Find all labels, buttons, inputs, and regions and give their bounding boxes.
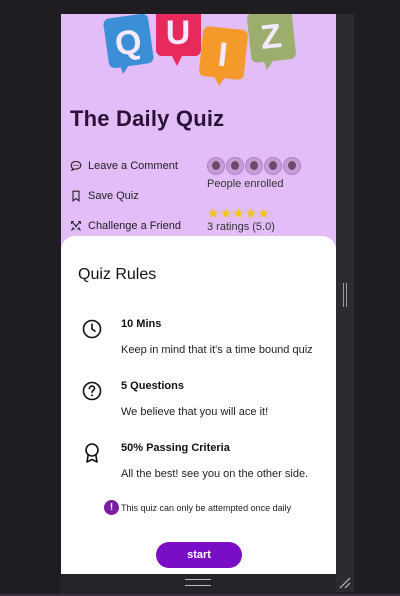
rule-description: Keep in mind that it's a time bound quiz	[121, 344, 313, 356]
star-icon: ★	[219, 205, 233, 221]
once-daily-notice: ! This quiz can only be attempted once d…	[104, 500, 291, 515]
challenge-friend-label: Challenge a Friend	[88, 220, 181, 232]
rule-heading: 10 Mins	[121, 318, 162, 330]
quiz-rules-sheet: Quiz Rules 10 Mins Keep in mind that it'…	[61, 236, 336, 574]
rule-heading: 50% Passing Criteria	[121, 442, 230, 454]
avatar	[226, 157, 244, 175]
award-icon	[85, 443, 99, 463]
avatar	[283, 157, 301, 175]
star-icon: ★	[257, 205, 270, 221]
logo-letter-u: U	[166, 14, 191, 52]
leave-comment-button[interactable]: Leave a Comment	[70, 157, 178, 175]
comment-icon	[70, 160, 82, 172]
rail-drag-handle[interactable]	[343, 283, 347, 307]
challenge-friend-button[interactable]: Challenge a Friend	[70, 217, 181, 235]
avatar	[264, 157, 282, 175]
notice-text: This quiz can only be attempted once dai…	[121, 502, 292, 513]
enrolled-label: People enrolled	[207, 178, 284, 190]
question-icon	[82, 381, 102, 401]
rule-heading: 5 Questions	[121, 380, 184, 392]
leave-comment-label: Leave a Comment	[88, 160, 178, 172]
start-button[interactable]: start	[156, 542, 242, 568]
app-screen: Q U I Z The Daily Quiz Leave a Comment S…	[61, 14, 336, 574]
star-icon: ★	[207, 205, 220, 221]
logo-bubble-q: Q	[103, 14, 154, 74]
star-icon: ★	[244, 205, 258, 221]
star-icon: ★	[232, 205, 245, 221]
logo-letter-z: Z	[259, 17, 284, 57]
enrolled-avatars	[207, 157, 302, 175]
logo-bubble-z: Z	[247, 14, 296, 70]
rule-description: We believe that you will ace it!	[121, 406, 269, 418]
challenge-icon	[70, 220, 82, 232]
rating-stars: ★ ★ ★ ★ ★	[207, 206, 270, 220]
rules-title: Quiz Rules	[78, 266, 157, 283]
save-quiz-button[interactable]: Save Quiz	[70, 187, 139, 205]
avatar	[245, 157, 263, 175]
alert-icon: !	[104, 500, 119, 515]
ratings-label: 3 ratings (5.0)	[207, 221, 275, 233]
logo-bubble-u: U	[156, 14, 201, 66]
save-quiz-label: Save Quiz	[88, 190, 139, 202]
logo-bubble-i: I	[199, 26, 248, 86]
rule-description: All the best! see you on the other side.	[121, 468, 309, 480]
resize-grip-icon[interactable]	[338, 576, 352, 590]
avatar	[207, 157, 225, 175]
clock-icon	[82, 319, 102, 339]
quiz-logo: Q U I Z	[103, 14, 296, 86]
logo-letter-q: Q	[113, 22, 144, 63]
bookmark-icon	[70, 190, 82, 202]
page-title: The Daily Quiz	[70, 106, 225, 131]
bottom-drag-handle[interactable]	[185, 579, 211, 586]
